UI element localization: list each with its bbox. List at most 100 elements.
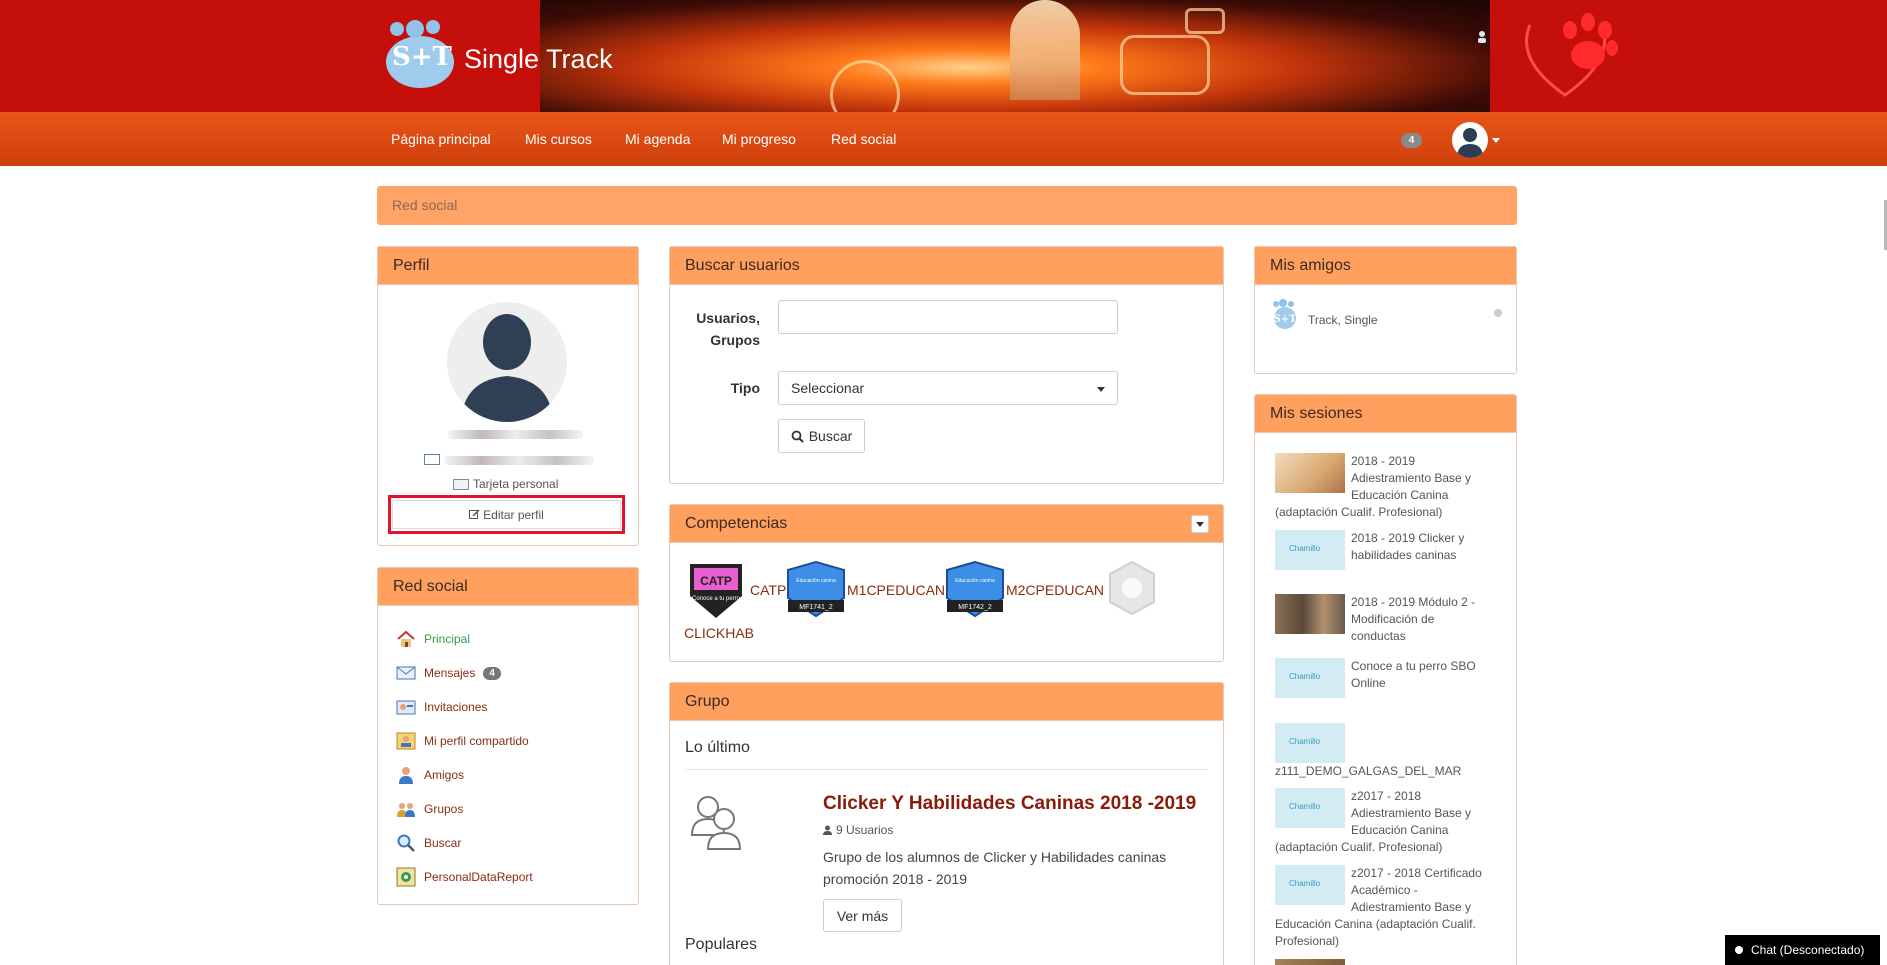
chat-toggle[interactable]: Chat (Desconectado): [1725, 935, 1880, 965]
user-icon: [823, 825, 832, 835]
mail-icon: [424, 454, 440, 465]
site-logo[interactable]: S+T Single Track: [382, 20, 613, 88]
group-name-link[interactable]: Clicker Y Habilidades Caninas 2018 -2019: [823, 793, 1196, 815]
friend-item[interactable]: S+T Track, Single: [1270, 299, 1378, 329]
nav-courses[interactable]: Mis cursos: [525, 131, 592, 147]
type-select[interactable]: Seleccionar: [778, 371, 1118, 405]
sidebar-item-label: Principal: [424, 632, 471, 646]
grupo-panel: Grupo Lo último Clicker Y Habilidades Ca…: [669, 682, 1224, 965]
social-panel: Red social Principal Mensajes 4 Invitaci…: [377, 567, 639, 905]
sidebar-item-label: Amigos: [424, 768, 465, 782]
session-title[interactable]: 2018 - 2019 Módulo 2 - Modificación de c…: [1351, 594, 1475, 645]
sidebar-item-principal[interactable]: Principal: [396, 629, 470, 649]
sidebar-item-label: Mensajes: [424, 666, 476, 680]
popular-heading: Populares: [685, 936, 758, 953]
friends-panel: Mis amigos S+T Track, Single: [1254, 246, 1517, 374]
badge-text: Educación canina: [955, 578, 995, 584]
panel-title: Competencias: [670, 505, 1223, 543]
session-title-tail[interactable]: (adaptación Cualif. Profesional): [1275, 839, 1442, 856]
user-email-redacted: [444, 456, 594, 465]
competencia-label[interactable]: CATP: [750, 582, 786, 598]
session-thumbnail-logo[interactable]: Chamillo: [1275, 530, 1345, 570]
sidebar-item-buscar[interactable]: Buscar: [396, 833, 461, 853]
session-title-tail[interactable]: (adaptación Cualif. Profesional): [1275, 504, 1442, 521]
session-thumbnail-dog[interactable]: [1275, 453, 1345, 493]
invitation-icon: [396, 700, 416, 715]
sidebar-item-personal-data-report[interactable]: PersonalDataReport: [396, 867, 533, 887]
svg-text:S+T: S+T: [1273, 314, 1297, 325]
competencia-label[interactable]: M2CPEDUCAN: [1006, 582, 1104, 598]
shared-profile-icon: [396, 732, 416, 750]
messages-count-badge: 4: [483, 666, 501, 680]
header-banner: S+T Single Track: [0, 0, 1887, 112]
sidebar-item-label: PersonalDataReport: [424, 870, 533, 884]
competencia-label[interactable]: M1CPEDUCAN: [847, 582, 945, 598]
groups-label-line: Grupos: [710, 332, 760, 348]
nav-agenda[interactable]: Mi agenda: [625, 131, 690, 147]
badge-m2cpeducan[interactable]: Educación canina MF1742_2: [943, 560, 1007, 620]
user-avatar-menu[interactable]: [1452, 122, 1488, 158]
nav-home[interactable]: Página principal: [391, 131, 491, 147]
chat-label: Chat (Desconectado): [1751, 943, 1865, 957]
user-icon[interactable]: [1477, 30, 1487, 44]
profile-panel: Perfil Tarjeta personal Editar perfil: [377, 246, 639, 546]
nav-social[interactable]: Red social: [831, 131, 896, 147]
search-button-label: Buscar: [808, 428, 853, 444]
session-title-line: Académico -: [1351, 883, 1418, 897]
session-thumbnail-dog[interactable]: [1275, 959, 1345, 965]
sidebar-item-amigos[interactable]: Amigos: [396, 765, 464, 785]
session-title-tail[interactable]: Educación Canina (adaptación Cualif. Pro…: [1275, 916, 1476, 950]
sidebar-item-shared-profile[interactable]: Mi perfil compartido: [396, 731, 529, 751]
nav-progress[interactable]: Mi progreso: [722, 131, 796, 147]
badge-catp[interactable]: CATP Conoce a tu perro: [684, 560, 748, 620]
edit-profile-button[interactable]: Editar perfil: [392, 500, 621, 529]
session-title[interactable]: z2017 - 2018 Certificado Académico - Adi…: [1351, 865, 1482, 916]
logo-mark-text: S+T: [392, 42, 452, 72]
personal-card-label: Tarjeta personal: [473, 477, 559, 491]
personal-card-link[interactable]: Tarjeta personal: [453, 477, 558, 491]
home-icon: [397, 630, 415, 647]
session-title-line: 2018 - 2019: [1351, 454, 1416, 468]
breadcrumb-current: Red social: [392, 197, 458, 213]
session-title-line: habilidades caninas: [1351, 548, 1457, 562]
notification-badge[interactable]: 4: [1401, 133, 1422, 148]
sidebar-item-label: Invitaciones: [424, 700, 488, 714]
search-icon: [397, 834, 415, 852]
session-title[interactable]: Conoce a tu perro SBO Online: [1351, 658, 1476, 692]
search-button[interactable]: Buscar: [778, 419, 865, 453]
session-thumbnail-logo[interactable]: Chamillo: [1275, 658, 1345, 698]
session-thumbnail-logo[interactable]: Chamillo: [1275, 723, 1345, 763]
friend-name: Track, Single: [1308, 313, 1378, 327]
users-label-line: Usuarios,: [696, 310, 760, 326]
session-thumbnail-logo[interactable]: Chamillo: [1275, 788, 1345, 828]
session-title[interactable]: 2018 - 2019 Adiestramiento Base y Educac…: [1351, 453, 1471, 504]
session-title[interactable]: 2018 - 2019 Clicker y habilidades canina…: [1351, 530, 1464, 564]
session-title[interactable]: z2017 - 2018 Adiestramiento Base y Educa…: [1351, 788, 1471, 839]
sidebar-item-grupos[interactable]: Grupos: [396, 799, 463, 819]
badge-clickhab[interactable]: [1106, 560, 1158, 616]
session-title-tail[interactable]: z111_DEMO_GALGAS_DEL_MAR: [1275, 763, 1461, 780]
banner-decoration: [1185, 8, 1225, 34]
edit-icon: [469, 509, 480, 519]
logo-mark: S+T: [382, 20, 458, 88]
sidebar-item-label: Grupos: [424, 802, 464, 816]
mail-icon: [396, 666, 416, 680]
session-title-line: Educación Canina: [1351, 823, 1449, 837]
search-input[interactable]: [778, 300, 1118, 334]
thumbnail-logo-text: Chamillo: [1289, 672, 1321, 681]
chevron-down-icon[interactable]: [1492, 138, 1500, 143]
type-label: Tipo: [730, 380, 760, 396]
panel-title: Mis amigos: [1255, 247, 1516, 285]
sidebar-item-mensajes[interactable]: Mensajes 4: [396, 663, 501, 683]
session-thumbnail-logo[interactable]: Chamillo: [1275, 865, 1345, 905]
divider: [685, 769, 1207, 770]
badge-m1cpeducan[interactable]: Educación canina MF1741_2: [784, 560, 848, 620]
competencia-label[interactable]: CLICKHAB: [684, 625, 754, 641]
group-members-count: 9 Usuarios: [836, 823, 894, 837]
collapse-button[interactable]: [1191, 515, 1209, 533]
session-thumbnail-dogs[interactable]: [1275, 594, 1345, 634]
see-more-label: Ver más: [836, 907, 889, 924]
sidebar-item-invitaciones[interactable]: Invitaciones: [396, 697, 487, 717]
session-title-line: Modificación de: [1351, 612, 1435, 626]
see-more-button[interactable]: Ver más: [823, 899, 902, 932]
